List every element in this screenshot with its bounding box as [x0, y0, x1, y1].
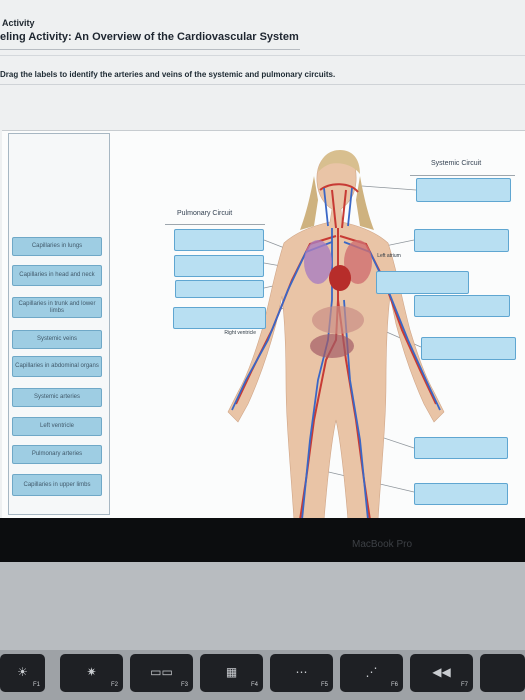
- left-atrium-label: Left atrium: [377, 253, 401, 259]
- systemic-drop-target-7[interactable]: [414, 483, 508, 505]
- systemic-drop-target-4[interactable]: [414, 295, 510, 317]
- systemic-drop-target-2[interactable]: [414, 229, 509, 252]
- f5-key[interactable]: ⋯ F5: [270, 654, 333, 692]
- f1-key[interactable]: ☀ F1: [0, 654, 45, 692]
- f2-label: F2: [110, 682, 118, 688]
- brightness-down-icon: ☀: [17, 665, 28, 679]
- systemic-drop-target-6[interactable]: [414, 437, 508, 459]
- systemic-drop-target-5[interactable]: [421, 337, 516, 360]
- right-ventricle-label: Right ventricle: [224, 330, 256, 336]
- f7-key[interactable]: ◀◀ F7: [410, 654, 473, 692]
- pulmonary-circuit-title: Pulmonary Circuit: [177, 210, 233, 217]
- pulmonary-drop-target-3[interactable]: [175, 280, 264, 298]
- f2-key[interactable]: ✷ F2: [60, 654, 123, 692]
- f3-label: F3: [180, 682, 188, 688]
- f6-label: F6: [390, 682, 398, 688]
- pulmonary-drop-target-1[interactable]: [174, 229, 264, 251]
- laptop-brand: MacBook Pro: [352, 539, 413, 550]
- laptop-bezel: [0, 518, 525, 562]
- pulmonary-title-underline: [165, 224, 265, 225]
- browser-screen: Activity eling Activity: An Overview of …: [0, 0, 525, 520]
- systemic-title-underline: [410, 175, 515, 176]
- keyboard-light-up-icon: ⋰: [365, 665, 378, 679]
- systemic-drop-target-1[interactable]: [416, 178, 511, 202]
- brightness-up-icon: ✷: [86, 665, 97, 679]
- systemic-circuit-title: Systemic Circuit: [431, 160, 482, 167]
- f7-label: F7: [460, 682, 468, 688]
- f5-label: F5: [320, 682, 328, 688]
- keyboard-light-down-icon: ⋯: [295, 665, 308, 679]
- f6-key[interactable]: ⋰ F6: [340, 654, 403, 692]
- systemic-drop-target-3[interactable]: [376, 271, 469, 294]
- mission-control-icon: ▭▭: [150, 665, 173, 679]
- f4-key[interactable]: ▦ F4: [200, 654, 263, 692]
- f3-key[interactable]: ▭▭ F3: [130, 654, 193, 692]
- f8-key[interactable]: [480, 654, 525, 692]
- pulmonary-drop-target-2[interactable]: [174, 255, 264, 277]
- pulmonary-drop-target-4[interactable]: [173, 307, 266, 329]
- f4-label: F4: [250, 682, 258, 688]
- f1-label: F1: [32, 682, 40, 688]
- launchpad-icon: ▦: [225, 665, 238, 679]
- rewind-icon: ◀◀: [432, 665, 451, 679]
